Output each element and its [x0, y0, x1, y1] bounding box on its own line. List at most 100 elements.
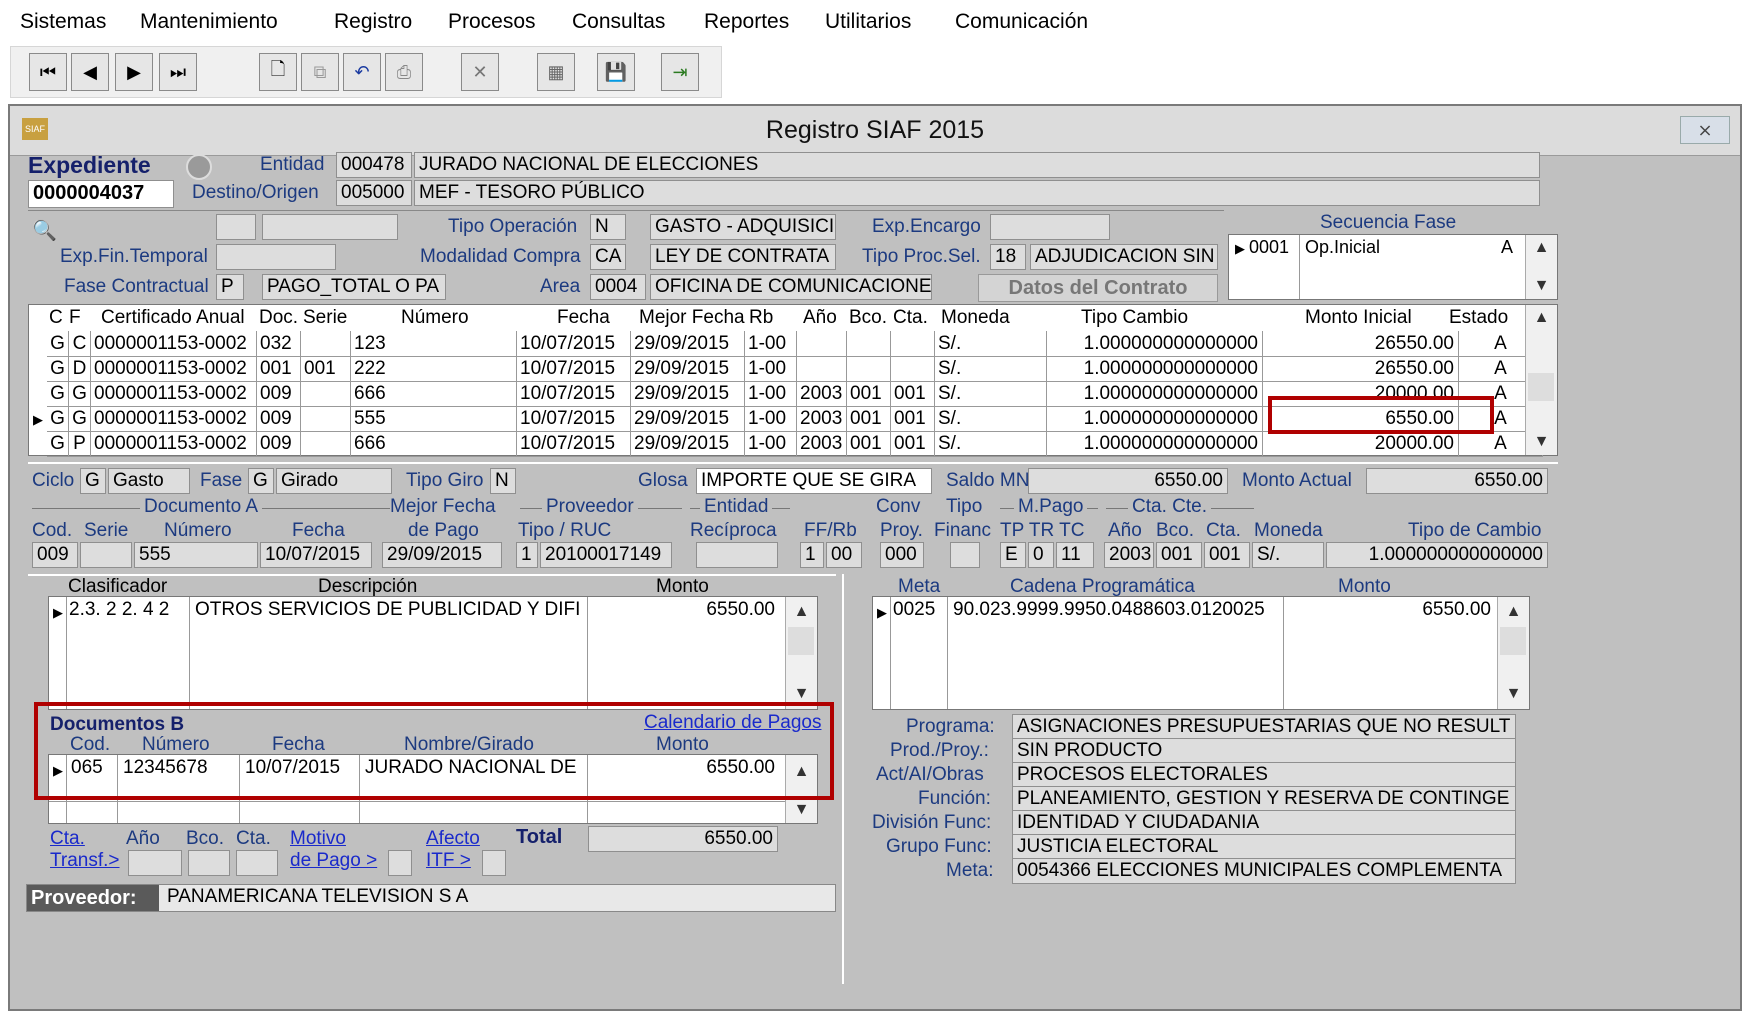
col-header-rb[interactable]: Rb	[749, 307, 773, 329]
table-cell[interactable]	[847, 331, 891, 357]
exp-encargo-field[interactable]	[990, 214, 1110, 240]
table-cell[interactable]: 009	[257, 381, 301, 407]
afecto-link-2[interactable]: ITF >	[426, 850, 471, 872]
scroll-down-icon[interactable]: ▼	[1526, 277, 1557, 295]
blank-field-1[interactable]	[216, 214, 256, 240]
table-cell[interactable]: G	[47, 356, 69, 382]
table-cell[interactable]: 2003	[797, 406, 847, 432]
save-icon[interactable]: 💾	[597, 53, 635, 91]
table-cell[interactable]: 29/09/2015	[631, 406, 745, 432]
doca-mejor-fecha[interactable]: 29/09/2015	[382, 542, 502, 568]
table-cell[interactable]: 001	[257, 356, 301, 382]
table-cell[interactable]: 001	[891, 406, 935, 432]
table-cell[interactable]	[847, 356, 891, 382]
doca-reciproca[interactable]	[696, 542, 778, 568]
table-cell[interactable]	[301, 331, 351, 357]
expediente-number[interactable]: 0000004037	[28, 180, 174, 208]
table-cell[interactable]: 001	[847, 381, 891, 407]
table-cell[interactable]: 2003	[797, 381, 847, 407]
table-cell[interactable]: 0000001153-0002	[91, 381, 257, 407]
menu-comunicacion[interactable]: Comunicación	[955, 10, 1088, 34]
col-header-certificado-anual[interactable]: Certificado Anual	[101, 307, 245, 329]
table-cell[interactable]: 10/07/2015	[517, 381, 631, 407]
motivo-link-2[interactable]: de Pago >	[290, 850, 377, 872]
table-cell[interactable]: 009	[257, 431, 301, 457]
table-cell[interactable]: 0000001153-0002	[91, 356, 257, 382]
table-cell[interactable]: 2003	[797, 431, 847, 457]
col-header-tipo-cambio[interactable]: Tipo Cambio	[1081, 307, 1188, 329]
scroll-up-icon[interactable]: ▲	[1526, 309, 1557, 327]
col-header-n-mero[interactable]: Número	[401, 307, 469, 329]
table-cell[interactable]: 1.000000000000000	[1047, 381, 1263, 407]
doca-cta[interactable]: 001	[1204, 542, 1250, 568]
delete-icon[interactable]: ✕	[461, 53, 499, 91]
table-cell[interactable]: 10/07/2015	[517, 356, 631, 382]
table-cell[interactable]: 26550.00	[1263, 356, 1459, 382]
table-cell[interactable]: G	[69, 381, 91, 407]
scroll-down-icon[interactable]: ▼	[1526, 433, 1557, 451]
table-cell[interactable]: 1.000000000000000	[1047, 431, 1263, 457]
table-cell[interactable]: 1.000000000000000	[1047, 356, 1263, 382]
close-icon[interactable]: ⨯	[1680, 116, 1730, 144]
doca-ruc[interactable]: 20100017149	[540, 542, 672, 568]
clasificador-descripcion[interactable]: OTROS SERVICIOS DE PUBLICIDAD Y DIFI	[195, 599, 585, 621]
table-cell[interactable]: C	[69, 331, 91, 357]
doca-fecha[interactable]: 10/07/2015	[260, 542, 372, 568]
table-cell[interactable]	[797, 356, 847, 382]
doca-tr[interactable]: 0	[1028, 542, 1054, 568]
table-cell[interactable]: 26550.00	[1263, 331, 1459, 357]
tipo-giro-code[interactable]: N	[490, 468, 516, 494]
table-cell[interactable]: 1-00	[745, 431, 797, 457]
secuencia-code[interactable]: 0001	[1249, 237, 1289, 258]
menu-consultas[interactable]: Consultas	[572, 10, 665, 34]
tipo-operacion-code[interactable]: N	[590, 214, 626, 240]
col-header-cta-[interactable]: Cta.	[893, 307, 928, 329]
table-cell[interactable]: 666	[351, 381, 517, 407]
table-cell[interactable]: 10/07/2015	[517, 406, 631, 432]
table-cell[interactable]: 10/07/2015	[517, 331, 631, 357]
table-cell[interactable]: 001	[301, 356, 351, 382]
table-cell[interactable]: 1.000000000000000	[1047, 331, 1263, 357]
clasificador-code[interactable]: 2.3. 2 2. 4 2	[69, 599, 169, 621]
blank-field-2[interactable]	[262, 214, 398, 240]
table-cell[interactable]: 0000001153-0002	[91, 406, 257, 432]
scroll-thumb[interactable]	[1500, 627, 1526, 655]
meta-scrollbar[interactable]: ▲ ▼	[1497, 597, 1529, 709]
table-cell[interactable]	[301, 431, 351, 457]
doca-bco[interactable]: 001	[1156, 542, 1202, 568]
table-cell[interactable]: 001	[891, 431, 935, 457]
menu-mantenimiento[interactable]: Mantenimiento	[140, 10, 278, 34]
table-cell[interactable]: D	[69, 356, 91, 382]
table-cell[interactable]: S/.	[935, 406, 1047, 432]
area-code[interactable]: 0004	[590, 274, 646, 300]
fase-contractual-code[interactable]: P	[216, 274, 244, 300]
table-cell[interactable]: 009	[257, 406, 301, 432]
menu-registro[interactable]: Registro	[334, 10, 412, 34]
col-header-doc-[interactable]: Doc.	[259, 307, 298, 329]
doca-numero[interactable]: 555	[134, 542, 258, 568]
last-record-icon[interactable]: ⏭	[159, 53, 197, 91]
table-cell[interactable]: 1-00	[745, 356, 797, 382]
clasificador-scrollbar[interactable]: ▲ ▼	[785, 597, 817, 709]
afecto-link-1[interactable]: Afecto	[426, 828, 480, 850]
modalidad-code[interactable]: CA	[590, 244, 626, 270]
table-cell[interactable]: S/.	[935, 331, 1047, 357]
ciclo-code[interactable]: G	[80, 468, 106, 494]
table-cell[interactable]: 0000001153-0002	[91, 431, 257, 457]
col-header-estado[interactable]: Estado	[1449, 307, 1508, 329]
tipo-proc-code[interactable]: 18	[990, 244, 1026, 270]
menu-utilitarios[interactable]: Utilitarios	[825, 10, 911, 34]
table-cell[interactable]: 29/09/2015	[631, 381, 745, 407]
destino-code[interactable]: 005000	[336, 180, 412, 206]
table-cell[interactable]	[891, 356, 935, 382]
datos-contrato-button[interactable]: Datos del Contrato	[978, 274, 1218, 302]
certificado-scrollbar[interactable]: ▲ ▼	[1525, 305, 1557, 455]
doca-anio[interactable]: 2003	[1104, 542, 1154, 568]
cta-transf-link-2[interactable]: Transf.>	[50, 850, 120, 872]
doca-tipo[interactable]: 1	[516, 542, 538, 568]
col-header-a-o[interactable]: Año	[803, 307, 837, 329]
scroll-thumb[interactable]	[1528, 373, 1554, 401]
doca-tipo-cambio[interactable]: 1.000000000000000	[1326, 542, 1548, 568]
col-header-bco-[interactable]: Bco.	[849, 307, 887, 329]
col-header-serie[interactable]: Serie	[303, 307, 347, 329]
